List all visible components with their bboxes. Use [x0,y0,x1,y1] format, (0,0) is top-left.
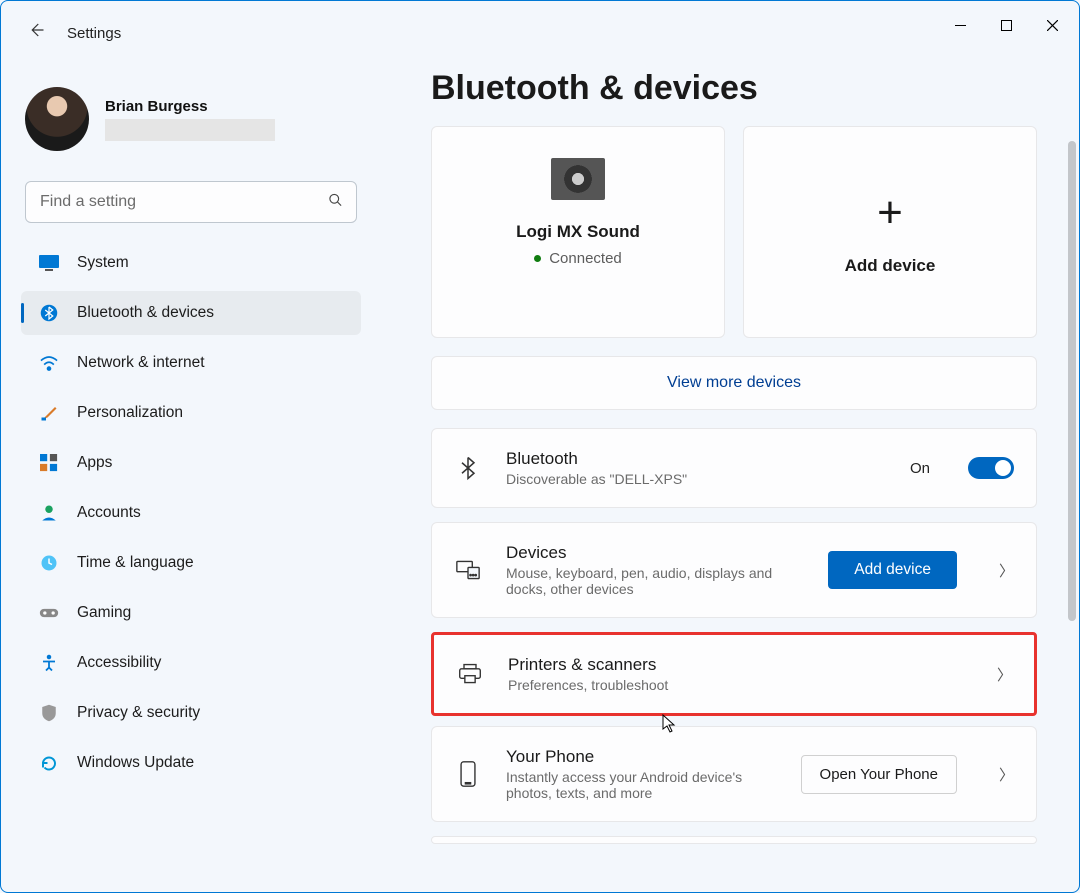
accessibility-icon [39,653,59,673]
card-title: Printers & scanners [508,655,973,675]
card-sub: Instantly access your Android device's p… [506,769,777,801]
sidebar: Brian Burgess System Bluetooth & devices… [1,71,381,791]
nav-label: System [77,254,129,272]
bluetooth-icon [39,303,59,323]
update-icon [39,753,59,773]
profile-email-redacted [105,119,275,141]
nav-label: Gaming [77,604,131,622]
profile[interactable]: Brian Burgess [19,81,363,167]
window-titlebar [1,1,1079,49]
apps-icon [39,453,59,473]
card-text: Bluetooth Discoverable as "DELL-XPS" [506,449,886,487]
sidebar-item-privacy[interactable]: Privacy & security [21,691,361,735]
card-title: Bluetooth [506,449,886,469]
your-phone-card[interactable]: Your Phone Instantly access your Android… [431,726,1037,822]
sidebar-item-accessibility[interactable]: Accessibility [21,641,361,685]
card-sub: Preferences, troubleshoot [508,677,973,693]
bluetooth-icon [454,455,482,481]
sidebar-item-gaming[interactable]: Gaming [21,591,361,635]
search-wrap [25,181,357,223]
wifi-icon [39,353,59,373]
sidebar-item-system[interactable]: System [21,241,361,285]
nav-label: Accounts [77,504,141,522]
printer-icon [456,663,484,685]
sidebar-item-personalization[interactable]: Personalization [21,391,361,435]
status-dot-icon [534,255,541,262]
nav-label: Accessibility [77,654,161,672]
card-text: Devices Mouse, keyboard, pen, audio, dis… [506,543,804,597]
device-tiles: Logi MX Sound Connected + Add device [431,126,1037,338]
clock-icon [39,553,59,573]
bluetooth-toggle[interactable] [968,457,1014,479]
add-device-button[interactable]: Add device [828,551,957,589]
device-name: Logi MX Sound [516,222,640,242]
nav-label: Apps [77,454,112,472]
back-button[interactable] [27,21,45,45]
nav-list: System Bluetooth & devices Network & int… [19,241,363,785]
card-title: Devices [506,543,804,563]
shield-icon [39,703,59,723]
avatar [25,87,89,151]
sidebar-item-accounts[interactable]: Accounts [21,491,361,535]
chevron-right-icon: 〉 [999,560,1014,581]
nav-label: Time & language [77,554,194,572]
search-icon [328,193,343,212]
partial-card [431,836,1037,844]
page-title: Bluetooth & devices [431,69,1037,108]
main-content: Bluetooth & devices Logi MX Sound Connec… [401,63,1065,886]
sidebar-item-time[interactable]: Time & language [21,541,361,585]
card-sub: Mouse, keyboard, pen, audio, displays an… [506,565,804,597]
chevron-right-icon: 〉 [999,764,1014,785]
search-input[interactable] [25,181,357,223]
add-device-label: Add device [845,256,936,276]
nav-label: Personalization [77,404,183,422]
devices-card[interactable]: Devices Mouse, keyboard, pen, audio, dis… [431,522,1037,618]
sidebar-item-network[interactable]: Network & internet [21,341,361,385]
plus-icon: + [877,188,903,238]
minimize-button[interactable] [937,9,983,41]
add-device-tile[interactable]: + Add device [743,126,1037,338]
sidebar-item-update[interactable]: Windows Update [21,741,361,785]
phone-icon [454,761,482,787]
nav-label: Network & internet [77,354,205,372]
person-icon [39,503,59,523]
speaker-icon [551,158,605,200]
device-tile[interactable]: Logi MX Sound Connected [431,126,725,338]
header: Settings [1,21,121,45]
view-more-devices[interactable]: View more devices [431,356,1037,410]
nav-label: Privacy & security [77,704,200,722]
chevron-right-icon: 〉 [997,664,1012,685]
card-title: Your Phone [506,747,777,767]
card-sub: Discoverable as "DELL-XPS" [506,471,886,487]
devices-icon [454,560,482,580]
scrollbar-thumb[interactable] [1068,141,1076,621]
bluetooth-card: Bluetooth Discoverable as "DELL-XPS" On [431,428,1037,508]
app-title: Settings [67,25,121,42]
card-text: Your Phone Instantly access your Android… [506,747,777,801]
card-text: Printers & scanners Preferences, trouble… [508,655,973,693]
nav-label: Bluetooth & devices [77,304,214,322]
open-your-phone-button[interactable]: Open Your Phone [801,755,957,794]
toggle-state: On [910,460,930,477]
gamepad-icon [39,603,59,623]
sidebar-item-bluetooth[interactable]: Bluetooth & devices [21,291,361,335]
maximize-button[interactable] [983,9,1029,41]
profile-name: Brian Burgess [105,98,275,115]
printers-card[interactable]: Printers & scanners Preferences, trouble… [431,632,1037,716]
nav-label: Windows Update [77,754,194,772]
brush-icon [39,403,59,423]
device-status: Connected [534,250,622,267]
close-button[interactable] [1029,9,1075,41]
scrollbar[interactable] [1068,141,1076,888]
system-icon [39,253,59,273]
sidebar-item-apps[interactable]: Apps [21,441,361,485]
